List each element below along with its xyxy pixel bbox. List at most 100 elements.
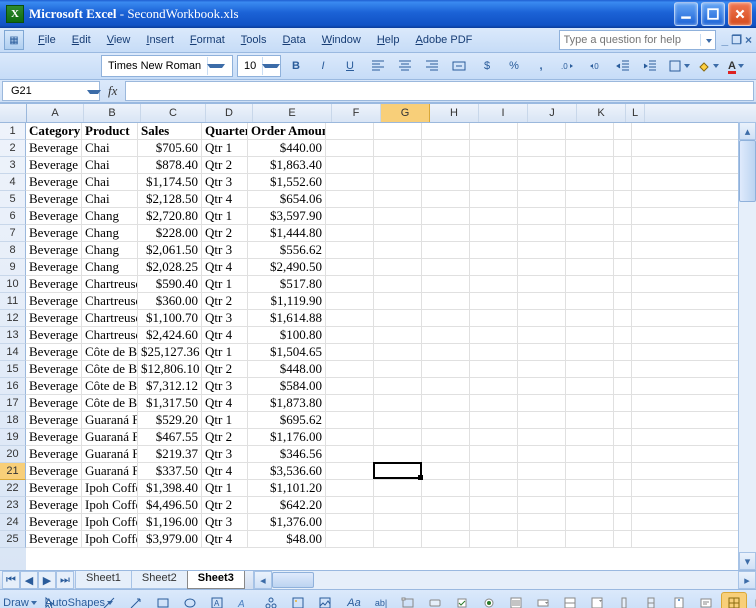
cell[interactable]: Beverage: [26, 259, 82, 275]
cell[interactable]: Qtr 4: [202, 327, 248, 343]
cell[interactable]: [518, 531, 566, 547]
cell[interactable]: Sales: [138, 123, 202, 139]
oval-button[interactable]: [177, 592, 203, 608]
decrease-decimal-button[interactable]: .0: [582, 55, 608, 77]
cell[interactable]: [614, 378, 632, 394]
cell[interactable]: [470, 429, 518, 445]
cell[interactable]: [566, 242, 614, 258]
cell[interactable]: [566, 463, 614, 479]
cell[interactable]: [518, 310, 566, 326]
menu-edit[interactable]: Edit: [64, 34, 99, 46]
cell[interactable]: Qtr 2: [202, 497, 248, 513]
cell[interactable]: Qtr 1: [202, 140, 248, 156]
cell[interactable]: Chang: [82, 208, 138, 224]
cell[interactable]: $1,196.00: [138, 514, 202, 530]
italic-button[interactable]: I: [310, 55, 336, 77]
scroll-right-button[interactable]: ▸: [738, 571, 756, 589]
cell[interactable]: $1,101.20: [248, 480, 326, 496]
cell[interactable]: [470, 514, 518, 530]
cell[interactable]: [374, 242, 422, 258]
cell[interactable]: [614, 208, 632, 224]
cell[interactable]: $1,863.40: [248, 157, 326, 173]
currency-button[interactable]: $: [474, 55, 500, 77]
cell[interactable]: $695.62: [248, 412, 326, 428]
cell[interactable]: [518, 514, 566, 530]
cell[interactable]: $440.00: [248, 140, 326, 156]
menu-insert[interactable]: Insert: [138, 34, 182, 46]
cell[interactable]: Chartreuse: [82, 310, 138, 326]
cell[interactable]: Beverage: [26, 514, 82, 530]
cell[interactable]: $1,398.40: [138, 480, 202, 496]
vertical-scroll-thumb[interactable]: [739, 140, 756, 202]
cell[interactable]: [566, 361, 614, 377]
clipart-button[interactable]: [285, 592, 311, 608]
cell[interactable]: Ipoh Coffee: [82, 497, 138, 513]
cell[interactable]: [470, 378, 518, 394]
cell[interactable]: [518, 344, 566, 360]
align-center-button[interactable]: [392, 55, 418, 77]
cell[interactable]: $1,444.80: [248, 225, 326, 241]
cell[interactable]: Beverage: [26, 191, 82, 207]
cell[interactable]: Guaraná Fa: [82, 429, 138, 445]
cell[interactable]: Beverage: [26, 412, 82, 428]
cell[interactable]: [326, 412, 374, 428]
cell[interactable]: [518, 191, 566, 207]
cell[interactable]: [422, 344, 470, 360]
cell[interactable]: [422, 514, 470, 530]
cell[interactable]: [422, 429, 470, 445]
cell[interactable]: [326, 429, 374, 445]
menu-window[interactable]: Window: [314, 34, 369, 46]
cell[interactable]: $3,597.90: [248, 208, 326, 224]
cell[interactable]: [422, 463, 470, 479]
increase-indent-button[interactable]: [637, 55, 663, 77]
cell[interactable]: [470, 344, 518, 360]
cell[interactable]: Beverage: [26, 327, 82, 343]
cell[interactable]: [566, 310, 614, 326]
minimize-button[interactable]: [674, 2, 698, 26]
cell[interactable]: [614, 123, 632, 139]
cell[interactable]: Beverage: [26, 208, 82, 224]
cell[interactable]: [566, 412, 614, 428]
help-search-input[interactable]: [560, 34, 700, 46]
cell[interactable]: [470, 480, 518, 496]
row-header[interactable]: 9: [0, 259, 26, 276]
cell[interactable]: [470, 446, 518, 462]
col-header-H[interactable]: H: [430, 104, 479, 122]
cell[interactable]: [614, 463, 632, 479]
forms-edit-button[interactable]: ab|: [368, 592, 394, 608]
cell[interactable]: $2,128.50: [138, 191, 202, 207]
cell[interactable]: [422, 446, 470, 462]
row-header[interactable]: 10: [0, 276, 26, 293]
scroll-down-button[interactable]: ▾: [739, 552, 756, 570]
cell[interactable]: [566, 293, 614, 309]
cell[interactable]: Qtr 2: [202, 157, 248, 173]
cell[interactable]: [614, 191, 632, 207]
sheet-tab-sheet3[interactable]: Sheet3: [187, 571, 245, 589]
cell[interactable]: $219.37: [138, 446, 202, 462]
cell[interactable]: [422, 378, 470, 394]
cell[interactable]: [374, 191, 422, 207]
cell[interactable]: [326, 344, 374, 360]
cell[interactable]: [470, 174, 518, 190]
cell[interactable]: [614, 174, 632, 190]
cell[interactable]: [566, 191, 614, 207]
cell[interactable]: [566, 378, 614, 394]
cells-area[interactable]: CategoryProductSalesQuarterOrder AmountB…: [26, 123, 756, 570]
tab-last-button[interactable]: ⏭: [56, 571, 74, 589]
cell[interactable]: $590.40: [138, 276, 202, 292]
cell[interactable]: [566, 446, 614, 462]
font-size-combo[interactable]: 10: [237, 55, 281, 77]
row-header[interactable]: 23: [0, 497, 26, 514]
row-header[interactable]: 24: [0, 514, 26, 531]
cell[interactable]: $1,119.90: [248, 293, 326, 309]
cell[interactable]: Beverage: [26, 140, 82, 156]
cell[interactable]: [614, 293, 632, 309]
cell[interactable]: [566, 344, 614, 360]
cell[interactable]: Qtr 4: [202, 259, 248, 275]
forms-button-button[interactable]: [422, 592, 448, 608]
row-header[interactable]: 15: [0, 361, 26, 378]
col-header-B[interactable]: B: [84, 104, 141, 122]
cell[interactable]: [518, 361, 566, 377]
cell[interactable]: [326, 497, 374, 513]
cell[interactable]: [374, 225, 422, 241]
